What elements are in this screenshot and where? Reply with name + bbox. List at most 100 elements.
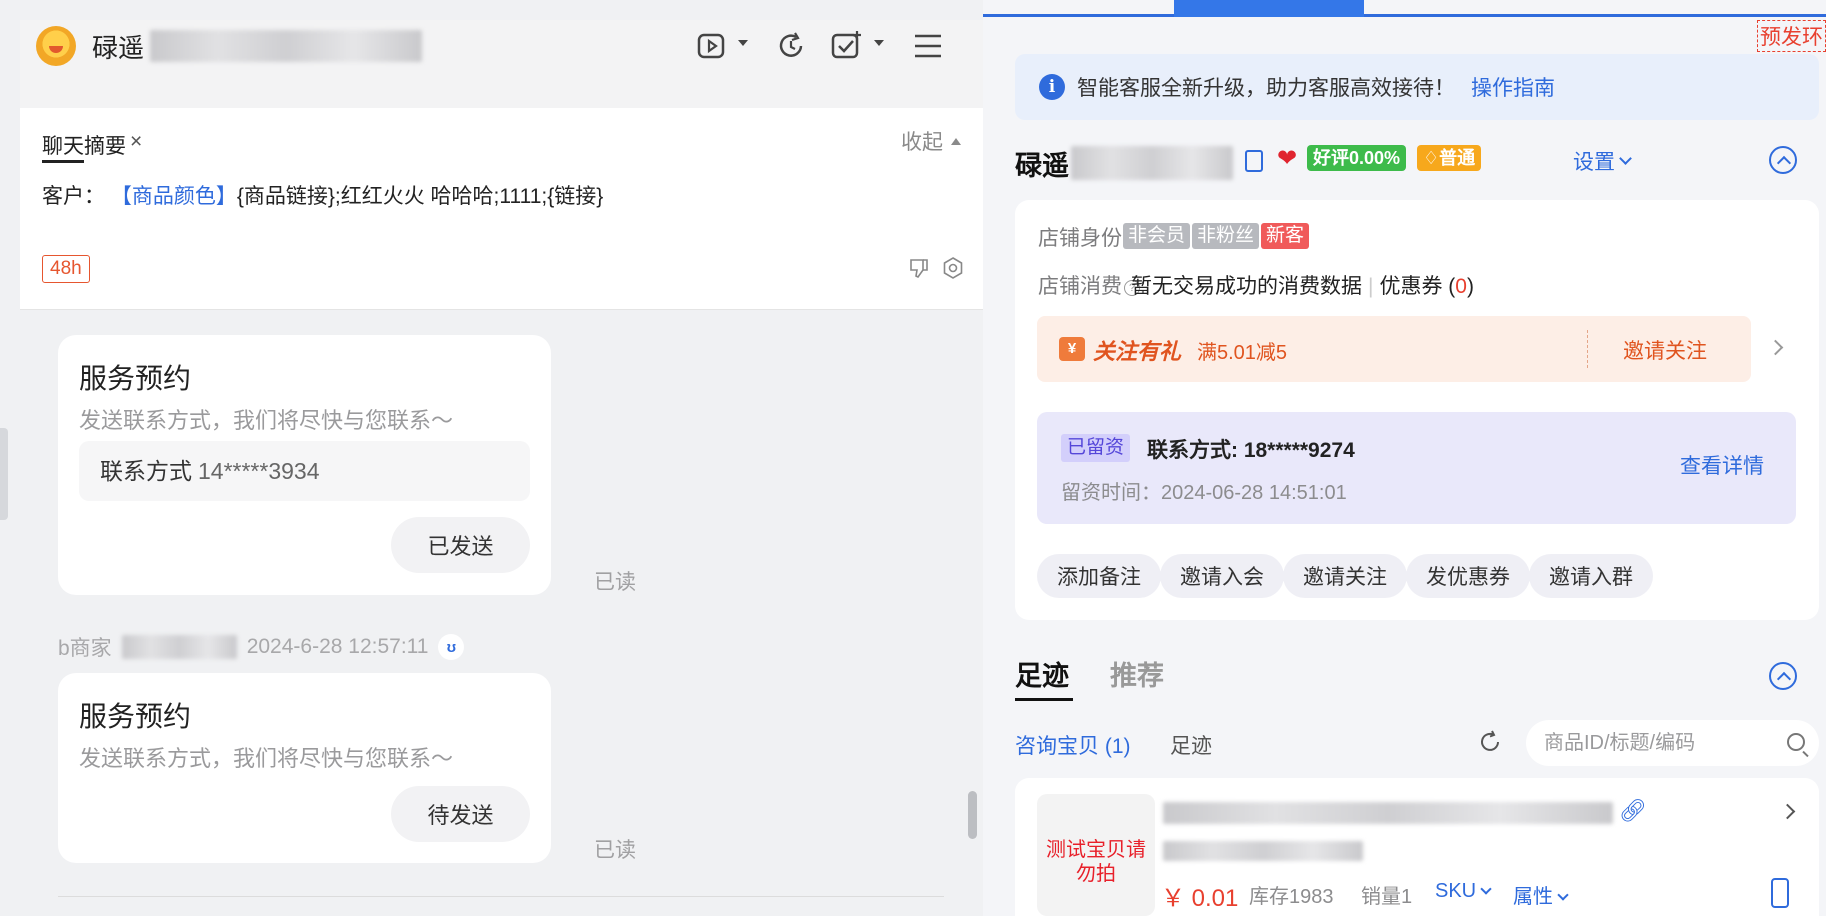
close-icon[interactable]: × (130, 130, 142, 154)
guide-link[interactable]: 操作指南 (1471, 72, 1555, 102)
sku-dropdown[interactable]: SKU (1435, 880, 1492, 903)
invite-group-button[interactable]: 邀请入群 (1529, 554, 1653, 598)
send-coupon-button[interactable]: 发优惠券 (1406, 554, 1530, 598)
chevron-down-icon[interactable] (738, 40, 748, 46)
settings-dropdown[interactable]: 设置 (1573, 146, 1632, 176)
panel-resize-handle[interactable] (0, 428, 8, 520)
tab-footprint-sub[interactable]: 足迹 (1170, 730, 1212, 760)
goods-id-redacted (1163, 841, 1363, 861)
collapse-up-icon[interactable] (1769, 662, 1797, 690)
card-subtitle: 发送联系方式，我们将尽快与您联系～ (79, 746, 454, 771)
contact-time: 留资时间：2024-06-28 14:51:01 (1061, 482, 1347, 504)
info-icon: i (1039, 74, 1065, 100)
customer-name: 碌遥 (1015, 151, 1069, 181)
goods-card[interactable]: 测试宝贝请勿拍 🔗︎ ￥ 0.01 库存1983 销量1 SKU 属性 (1015, 778, 1819, 916)
invite-member-button[interactable]: 邀请入会 (1160, 554, 1284, 598)
chat-scrollbar[interactable] (968, 791, 977, 839)
heart-icon: ❤ (1277, 145, 1298, 172)
card-title: 服务预约 (79, 363, 192, 394)
chevron-down-icon (1480, 883, 1492, 895)
tab-consult-goods[interactable]: 咨询宝贝 (1) (1015, 730, 1131, 760)
pending-button[interactable]: 待发送 (391, 786, 530, 842)
menu-icon[interactable] (908, 26, 948, 66)
service-card: 服务预约 发送联系方式，我们将尽快与您联系～ 待发送 (58, 673, 551, 863)
chevron-right-icon[interactable] (1779, 803, 1796, 820)
summary-highlight: 【商品颜色】 (110, 185, 237, 208)
task-add-icon[interactable] (827, 26, 867, 66)
search-placeholder: 商品ID/标题/编码 (1544, 732, 1696, 754)
follow-promo-banner[interactable]: ¥ 关注有礼 满5.01减5 邀请关注 (1037, 316, 1784, 382)
link-icon[interactable]: 🔗︎ (1619, 798, 1647, 824)
tab-recommend[interactable]: 推荐 (1110, 654, 1164, 693)
goods-search-input[interactable]: 商品ID/标题/编码 (1526, 720, 1819, 766)
goods-stock: 库存1983 (1249, 886, 1334, 908)
promo-title: 关注有礼 (1093, 339, 1182, 364)
customer-name-redacted (1071, 146, 1233, 180)
summary-title[interactable]: 聊天摘要 (42, 130, 126, 160)
refresh-icon[interactable] (771, 26, 811, 66)
active-top-tab[interactable] (1174, 0, 1364, 17)
top-tab-line (983, 14, 1826, 17)
chevron-down-icon (1557, 889, 1569, 901)
attribute-dropdown[interactable]: 属性 (1513, 880, 1569, 909)
nickname-redacted (150, 30, 422, 62)
message-time: 2024-6-28 12:57:11 (246, 635, 429, 658)
goods-sales: 销量1 (1361, 886, 1413, 908)
chevron-down-icon (1619, 152, 1632, 165)
mobile-icon[interactable] (1771, 878, 1789, 908)
copy-icon[interactable] (1245, 150, 1263, 172)
view-detail-link[interactable]: 查看详情 (1680, 450, 1764, 480)
tab-underline (1015, 698, 1073, 701)
search-icon[interactable] (1787, 733, 1805, 751)
message-meta: b商家 2024-6-28 12:57:11 ʊ (58, 632, 465, 662)
chat-panel: 碌遥 聊天摘要 × 收起 客户： 【商品颜色】{商品链接};红红火火 哈哈哈;1… (0, 0, 983, 916)
avatar[interactable] (36, 26, 76, 66)
service-card: 服务预约 发送联系方式，我们将尽快与您联系～ 联系方式 14*****3934 已… (58, 335, 551, 595)
tab-footprint[interactable]: 足迹 (1015, 654, 1069, 693)
promo-divider (1587, 330, 1588, 368)
chat-nickname: 碌遥 (92, 33, 145, 63)
summary-content: 客户： 【商品颜色】{商品链接};红红火火 哈哈哈;1111;{链接} (42, 180, 603, 210)
summary-text: {商品链接};红红火火 哈哈哈;1111;{链接} (236, 185, 604, 208)
time-badge: 48h (42, 255, 90, 283)
contact-number: 联系方式: 18*****9274 (1147, 439, 1355, 462)
customer-label: 客户： (42, 185, 105, 208)
invite-follow-button[interactable]: 邀请关注 (1283, 554, 1407, 598)
contact-info-box: 已留资 联系方式: 18*****9274 留资时间：2024-06-28 14… (1037, 412, 1796, 524)
customer-panel: 预发环 i 智能客服全新升级，助力客服高效接待！ 操作指南 碌遥 ❤ 好评0.0… (983, 0, 1826, 916)
add-note-button[interactable]: 添加备注 (1037, 554, 1161, 598)
good-rate-badge: 好评0.00% (1307, 145, 1407, 171)
triangle-up-icon (951, 137, 961, 145)
chevron-down-icon[interactable] (874, 40, 884, 46)
coupon-icon: ¥ (1059, 337, 1085, 361)
info-card-body: ¥ 关注有礼 满5.01减5 邀请关注 已留资 联系方式: 18*****927… (1015, 200, 1819, 620)
gear-icon[interactable] (941, 256, 965, 280)
goods-image[interactable]: 测试宝贝请勿拍 (1037, 794, 1155, 916)
goods-price: ￥ 0.01 (1161, 885, 1239, 912)
env-label: 预发环 (1757, 20, 1826, 52)
thumbs-down-icon[interactable] (907, 256, 931, 280)
chevron-right-icon[interactable] (1767, 339, 1784, 356)
card-title: 服务预约 (79, 701, 192, 732)
card-subtitle: 发送联系方式，我们将尽快与您联系～ (79, 408, 454, 433)
collapse-up-icon[interactable] (1769, 146, 1797, 174)
read-status: 已读 (594, 571, 636, 594)
field-label: 联系方式 (100, 458, 192, 484)
collapse-label: 收起 (901, 131, 943, 154)
collapse-button[interactable]: 收起 (901, 126, 961, 156)
level-badge: ♢普通 (1417, 145, 1482, 171)
goods-title-redacted (1163, 802, 1613, 824)
sender-redacted (121, 635, 237, 659)
sent-button[interactable]: 已发送 (391, 517, 530, 573)
video-icon[interactable] (693, 26, 733, 66)
refresh-icon[interactable] (1478, 730, 1502, 754)
notice-text: 智能客服全新升级，助力客服高效接待！ (1077, 77, 1455, 100)
divider (58, 896, 944, 897)
chat-summary-panel: 聊天摘要 × 收起 客户： 【商品颜色】{商品链接};红红火火 哈哈哈;1111… (20, 108, 983, 310)
field-value: 14*****3934 (198, 458, 320, 484)
settings-label: 设置 (1573, 151, 1615, 174)
sender-name: b商家 (58, 637, 112, 660)
invite-follow-link[interactable]: 邀请关注 (1623, 335, 1707, 365)
robot-icon: ʊ (438, 634, 465, 660)
contact-field: 联系方式 14*****3934 (79, 441, 530, 501)
